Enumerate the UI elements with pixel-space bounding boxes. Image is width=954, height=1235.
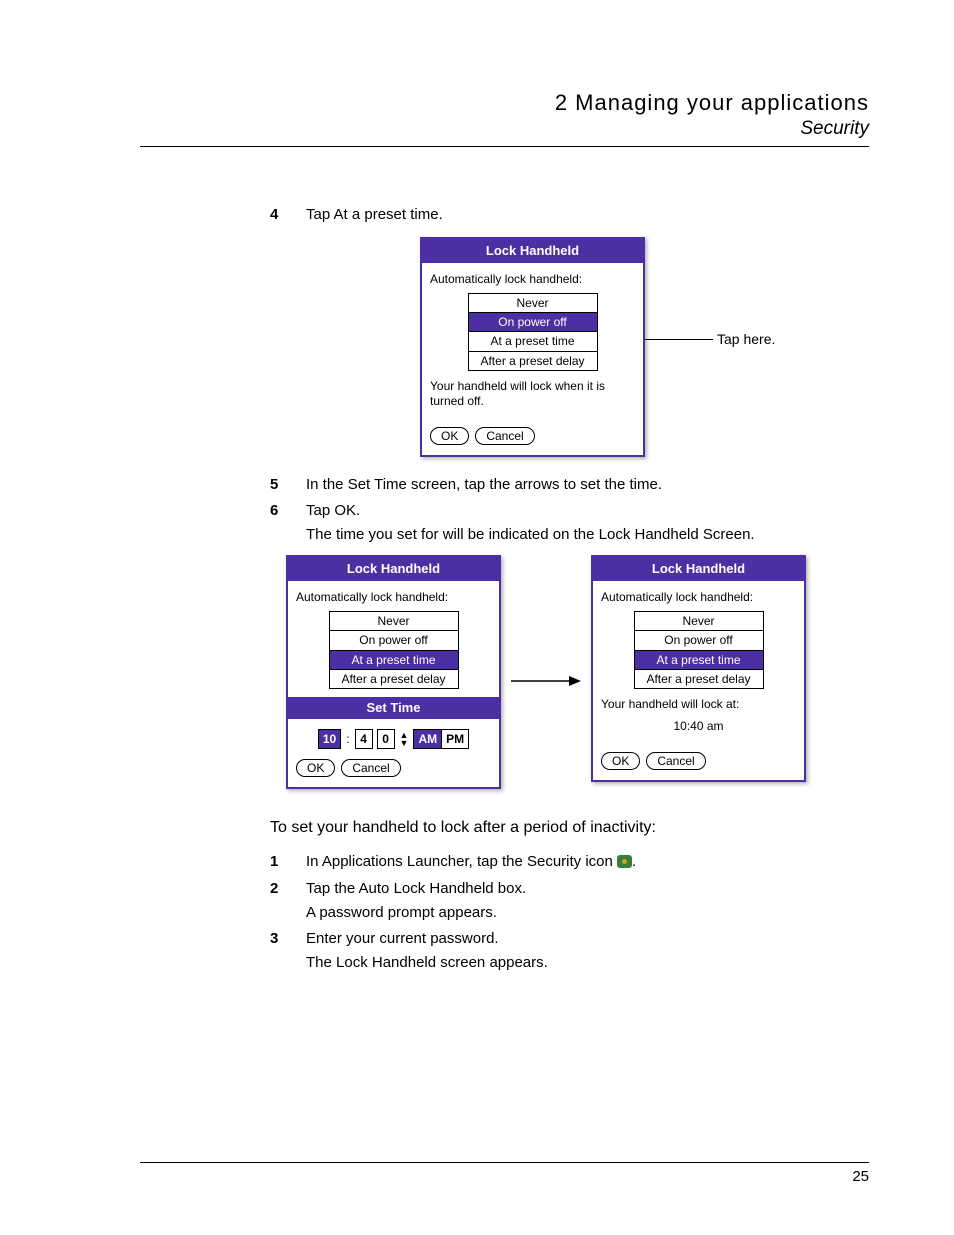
- minute-tens-field[interactable]: 4: [355, 729, 373, 749]
- lock-option[interactable]: After a preset delay: [635, 670, 763, 688]
- lock-option[interactable]: At a preset time: [635, 651, 763, 670]
- section-title: Security: [140, 118, 869, 140]
- step-number: 1: [270, 852, 306, 872]
- lock-handheld-dialog-1: Lock Handheld Automatically lock handhel…: [420, 237, 645, 456]
- step-text: In Applications Launcher, tap the Securi…: [306, 852, 869, 872]
- chapter-title: 2 Managing your applications: [140, 90, 869, 116]
- lock-option[interactable]: After a preset delay: [469, 352, 597, 370]
- ok-button[interactable]: OK: [296, 759, 335, 777]
- step-number: 4: [270, 205, 306, 225]
- auto-lock-label: Automatically lock handheld:: [601, 589, 796, 605]
- page-number: 25: [852, 1168, 869, 1185]
- ok-button[interactable]: OK: [601, 752, 640, 770]
- lock-option[interactable]: On power off: [330, 631, 458, 650]
- lock-option[interactable]: Never: [469, 294, 597, 313]
- callout-tap-here: Tap here.: [645, 330, 775, 349]
- pm-toggle[interactable]: PM: [441, 729, 469, 749]
- lock-option[interactable]: On power off: [635, 631, 763, 650]
- lock-handheld-dialog-set-time: Lock Handheld Automatically lock handhel…: [286, 555, 501, 788]
- lock-option[interactable]: At a preset time: [469, 332, 597, 351]
- hour-field[interactable]: 10: [318, 729, 341, 749]
- step-text: In the Set Time screen, tap the arrows t…: [306, 475, 869, 495]
- subsection-heading: To set your handheld to lock after a per…: [270, 817, 869, 839]
- lock-time-display: 10:40 am: [601, 718, 796, 734]
- step-text: Enter your current password.The Lock Han…: [306, 929, 869, 974]
- cancel-button[interactable]: Cancel: [646, 752, 705, 770]
- step-text: Tap OK.The time you set for will be indi…: [306, 501, 869, 546]
- lock-option[interactable]: At a preset time: [330, 651, 458, 670]
- dialog-title: Lock Handheld: [422, 239, 643, 263]
- ok-button[interactable]: OK: [430, 427, 469, 445]
- step-text: Tap At a preset time.: [306, 205, 869, 225]
- down-arrow-icon[interactable]: ▼: [400, 739, 409, 747]
- dialog-description: Your handheld will lock at:: [601, 697, 796, 712]
- lock-option[interactable]: After a preset delay: [330, 670, 458, 688]
- minute-ones-field[interactable]: 0: [377, 729, 395, 749]
- am-toggle[interactable]: AM: [413, 729, 442, 749]
- security-icon: [617, 855, 632, 868]
- cancel-button[interactable]: Cancel: [341, 759, 400, 777]
- auto-lock-label: Automatically lock handheld:: [296, 589, 491, 605]
- auto-lock-label: Automatically lock handheld:: [430, 271, 635, 287]
- lock-option[interactable]: Never: [330, 612, 458, 631]
- time-spinner[interactable]: ▲ ▼: [400, 731, 409, 747]
- header-rule: [140, 146, 869, 147]
- dialog-description: Your handheld will lock when it is turne…: [430, 379, 635, 409]
- step-number: 3: [270, 929, 306, 974]
- step-number: 2: [270, 879, 306, 924]
- step-number: 6: [270, 501, 306, 546]
- cancel-button[interactable]: Cancel: [475, 427, 534, 445]
- set-time-title: Set Time: [288, 697, 499, 719]
- arrow-icon: [501, 675, 591, 687]
- lock-option[interactable]: On power off: [469, 313, 597, 332]
- footer-rule: [140, 1162, 869, 1163]
- lock-option[interactable]: Never: [635, 612, 763, 631]
- dialog-title: Lock Handheld: [288, 557, 499, 581]
- dialog-title: Lock Handheld: [593, 557, 804, 581]
- step-number: 5: [270, 475, 306, 495]
- lock-handheld-dialog-result: Lock Handheld Automatically lock handhel…: [591, 555, 806, 782]
- step-text: Tap the Auto Lock Handheld box.A passwor…: [306, 879, 869, 924]
